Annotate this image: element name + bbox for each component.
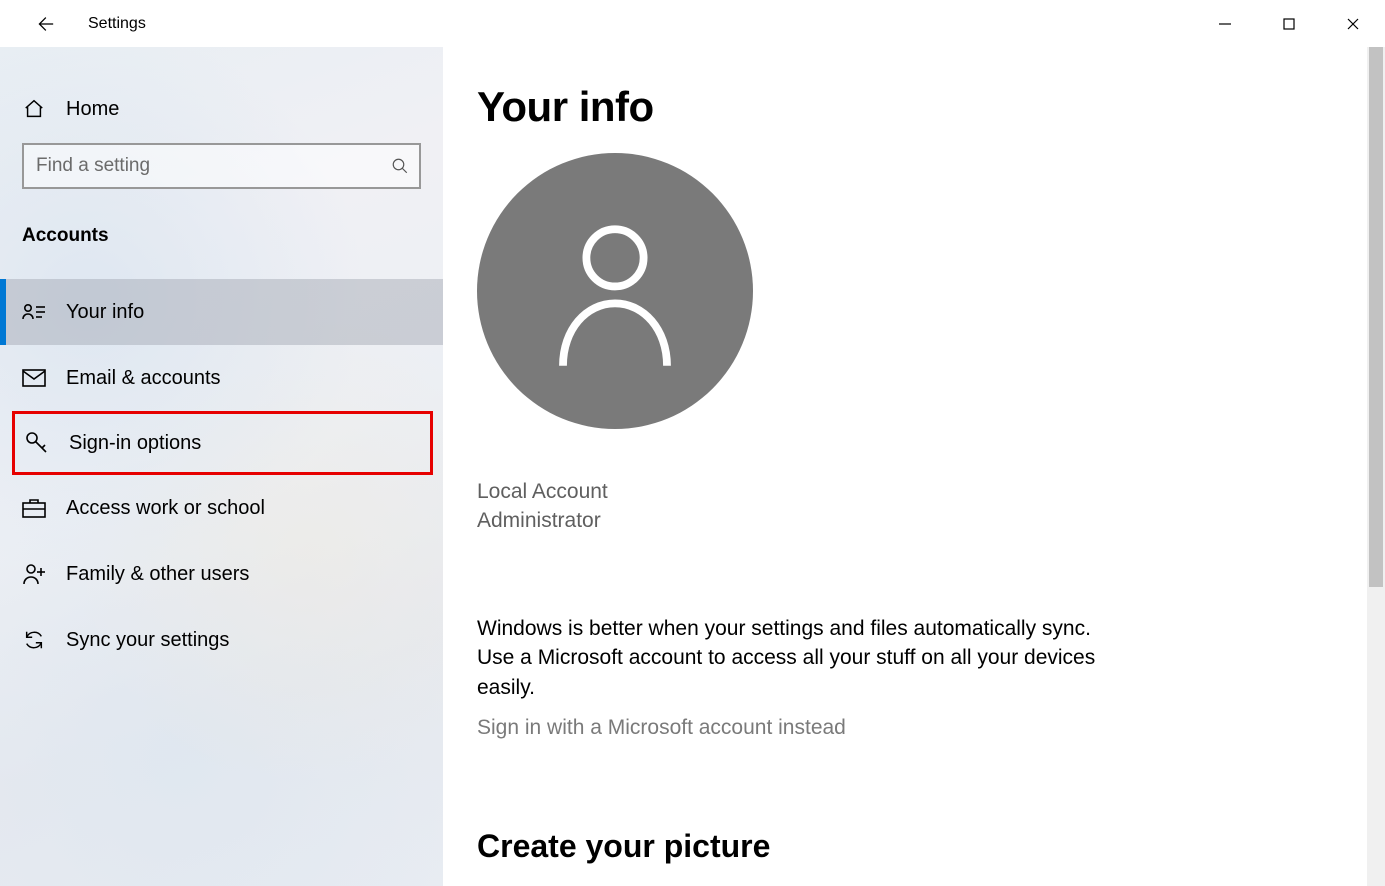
maximize-button[interactable] [1257,0,1321,47]
minimize-button[interactable] [1193,0,1257,47]
person-plus-icon [22,562,46,586]
sidebar-item-label: Your info [66,301,144,324]
sidebar-item-label: Email & accounts [66,367,221,390]
sidebar-item-sign-in-options[interactable]: Sign-in options [15,414,430,472]
home-button[interactable]: Home [0,83,443,135]
sidebar-item-sync-settings[interactable]: Sync your settings [0,607,443,673]
account-role: Administrator [477,506,1385,535]
home-label: Home [66,98,119,121]
search-input[interactable] [22,143,421,189]
sidebar-item-label: Sign-in options [69,432,201,455]
search-icon [391,157,409,175]
close-icon [1346,17,1360,31]
window-controls [1193,0,1385,47]
sync-icon [22,628,46,652]
mail-icon [22,366,46,390]
arrow-left-icon [33,13,55,35]
sidebar-item-email-accounts[interactable]: Email & accounts [0,345,443,411]
avatar [477,153,753,429]
close-button[interactable] [1321,0,1385,47]
sidebar-item-access-work-school[interactable]: Access work or school [0,475,443,541]
sidebar-item-label: Access work or school [66,497,265,520]
sidebar-item-family-users[interactable]: Family & other users [0,541,443,607]
section-header: Accounts [0,225,443,247]
briefcase-icon [22,496,46,520]
titlebar: Settings [0,0,1385,47]
sidebar: Home Accounts [0,47,443,886]
minimize-icon [1218,17,1232,31]
main-content: Your info Local Account Administrator Wi… [443,47,1385,886]
scrollbar[interactable] [1367,47,1385,886]
sidebar-item-your-info[interactable]: Your info [0,279,443,345]
person-icon [550,216,680,366]
annotation-highlight: Sign-in options [12,411,433,475]
sync-description: Windows is better when your settings and… [477,614,1097,702]
home-icon [22,97,46,121]
sidebar-item-label: Family & other users [66,563,249,586]
scrollbar-thumb[interactable] [1369,47,1383,587]
page-title: Your info [477,83,1385,131]
picture-section-title: Create your picture [477,828,1385,865]
person-card-icon [22,300,46,324]
key-icon [25,431,49,455]
maximize-icon [1282,17,1296,31]
search-container [22,143,421,189]
sidebar-item-label: Sync your settings [66,629,229,652]
app-title: Settings [88,15,146,33]
account-type: Local Account [477,477,1385,506]
ms-signin-link[interactable]: Sign in with a Microsoft account instead [477,716,1385,740]
back-button[interactable] [24,4,64,44]
